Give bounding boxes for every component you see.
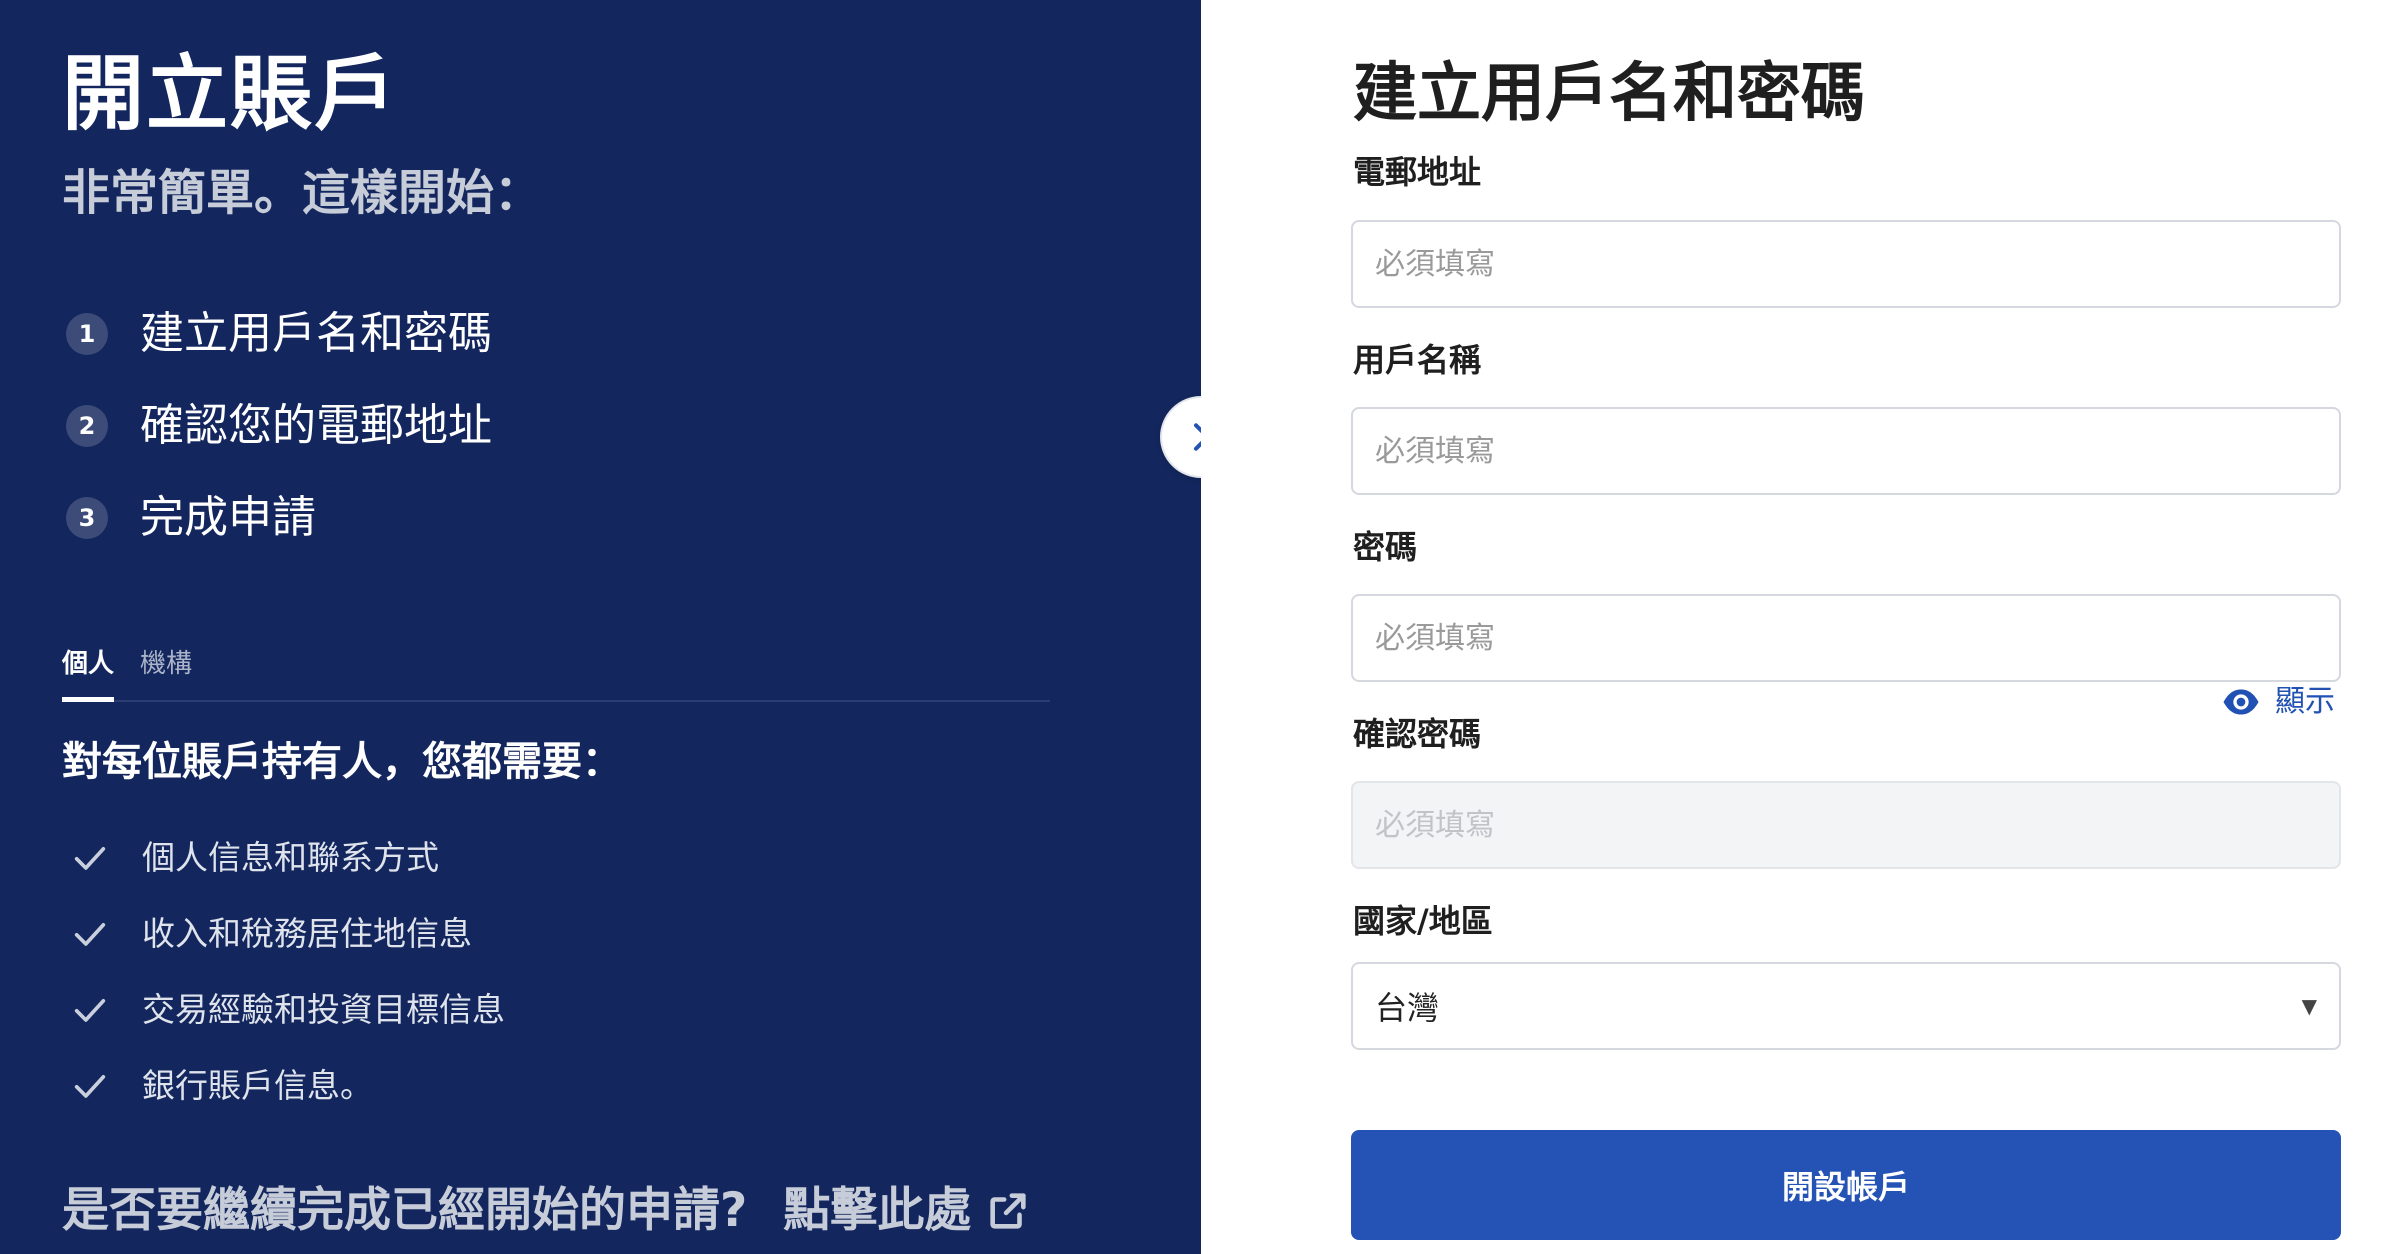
tab-institution[interactable]: 機構 — [140, 644, 192, 684]
confirm-password-label: 確認密碼 — [1353, 715, 1482, 753]
requirements-title: 對每位賬戶持有人，您都需要： — [62, 739, 622, 785]
form-title: 建立用戶名和密碼 — [1353, 57, 1865, 131]
check-icon — [74, 1075, 106, 1098]
external-link-icon — [990, 1193, 1026, 1229]
country-label: 國家/地區 — [1353, 902, 1493, 940]
page-subtitle: 非常簡單。這樣開始： — [62, 165, 543, 221]
signup-form: 建立用戶名和密碼 電郵地址 用戶名稱 密碼 顯示 確認密碼 國家/地區 台灣 ▼… — [1201, 0, 2390, 1254]
password-field[interactable] — [1351, 594, 2341, 682]
open-account-button[interactable]: 開設帳戶 — [1351, 1130, 2341, 1240]
confirm-password-field[interactable] — [1351, 781, 2341, 869]
eye-icon — [2223, 689, 2259, 715]
account-type-tabs: 個人 機構 — [62, 636, 1050, 702]
info-panel: 開立賬戶 非常簡單。這樣開始： 1 建立用戶名和密碼 2 確認您的電郵地址 3 … — [0, 0, 1201, 1254]
show-password-label: 顯示 — [2275, 684, 2335, 719]
resume-link-label: 點擊此處 — [783, 1183, 972, 1238]
show-password-toggle[interactable]: 顯示 — [2221, 680, 2335, 724]
list-item: 個人信息和聯系方式 — [70, 820, 505, 896]
list-item: 銀行賬戶信息。 — [70, 1048, 505, 1124]
check-icon — [74, 923, 106, 946]
steps-list: 1 建立用戶名和密碼 2 確認您的電郵地址 3 完成申請 — [66, 288, 492, 564]
step-label: 建立用戶名和密碼 — [140, 308, 492, 359]
resume-link[interactable]: 點擊此處 — [783, 1176, 1031, 1246]
page-root: 開立賬戶 非常簡單。這樣開始： 1 建立用戶名和密碼 2 確認您的電郵地址 3 … — [0, 0, 2390, 1254]
step-number-badge: 1 — [66, 313, 108, 355]
password-label: 密碼 — [1353, 528, 1418, 566]
check-icon — [74, 847, 106, 870]
country-select-value: 台灣 — [1375, 989, 1440, 1027]
resume-application: 是否要繼續完成已經開始的申請? 點擊此處 — [62, 1176, 1031, 1246]
requirement-label: 收入和稅務居住地信息 — [142, 914, 472, 953]
username-label: 用戶名稱 — [1353, 341, 1482, 379]
step-label: 確認您的電郵地址 — [140, 400, 492, 451]
requirement-label: 交易經驗和投資目標信息 — [142, 990, 505, 1029]
step-item: 2 確認您的電郵地址 — [66, 380, 492, 472]
requirements-list: 個人信息和聯系方式 收入和稅務居住地信息 交易經驗和投資目標信息 銀行賬戶信息。 — [70, 820, 505, 1124]
username-field[interactable] — [1351, 407, 2341, 495]
requirement-label: 個人信息和聯系方式 — [142, 838, 439, 877]
requirement-label: 銀行賬戶信息。 — [142, 1066, 373, 1105]
step-number-badge: 3 — [66, 497, 108, 539]
step-label: 完成申請 — [140, 492, 316, 543]
email-field[interactable] — [1351, 220, 2341, 308]
country-select[interactable]: 台灣 ▼ — [1351, 962, 2341, 1050]
list-item: 交易經驗和投資目標信息 — [70, 972, 505, 1048]
step-item: 1 建立用戶名和密碼 — [66, 288, 492, 380]
step-number-badge: 2 — [66, 405, 108, 447]
check-icon — [74, 999, 106, 1022]
email-label: 電郵地址 — [1353, 153, 1482, 191]
page-title: 開立賬戶 — [62, 47, 399, 142]
step-item: 3 完成申請 — [66, 472, 492, 564]
list-item: 收入和稅務居住地信息 — [70, 896, 505, 972]
resume-text: 是否要繼續完成已經開始的申請? — [62, 1183, 748, 1238]
caret-down-icon: ▼ — [2301, 994, 2317, 1018]
tab-personal[interactable]: 個人 — [62, 644, 115, 702]
